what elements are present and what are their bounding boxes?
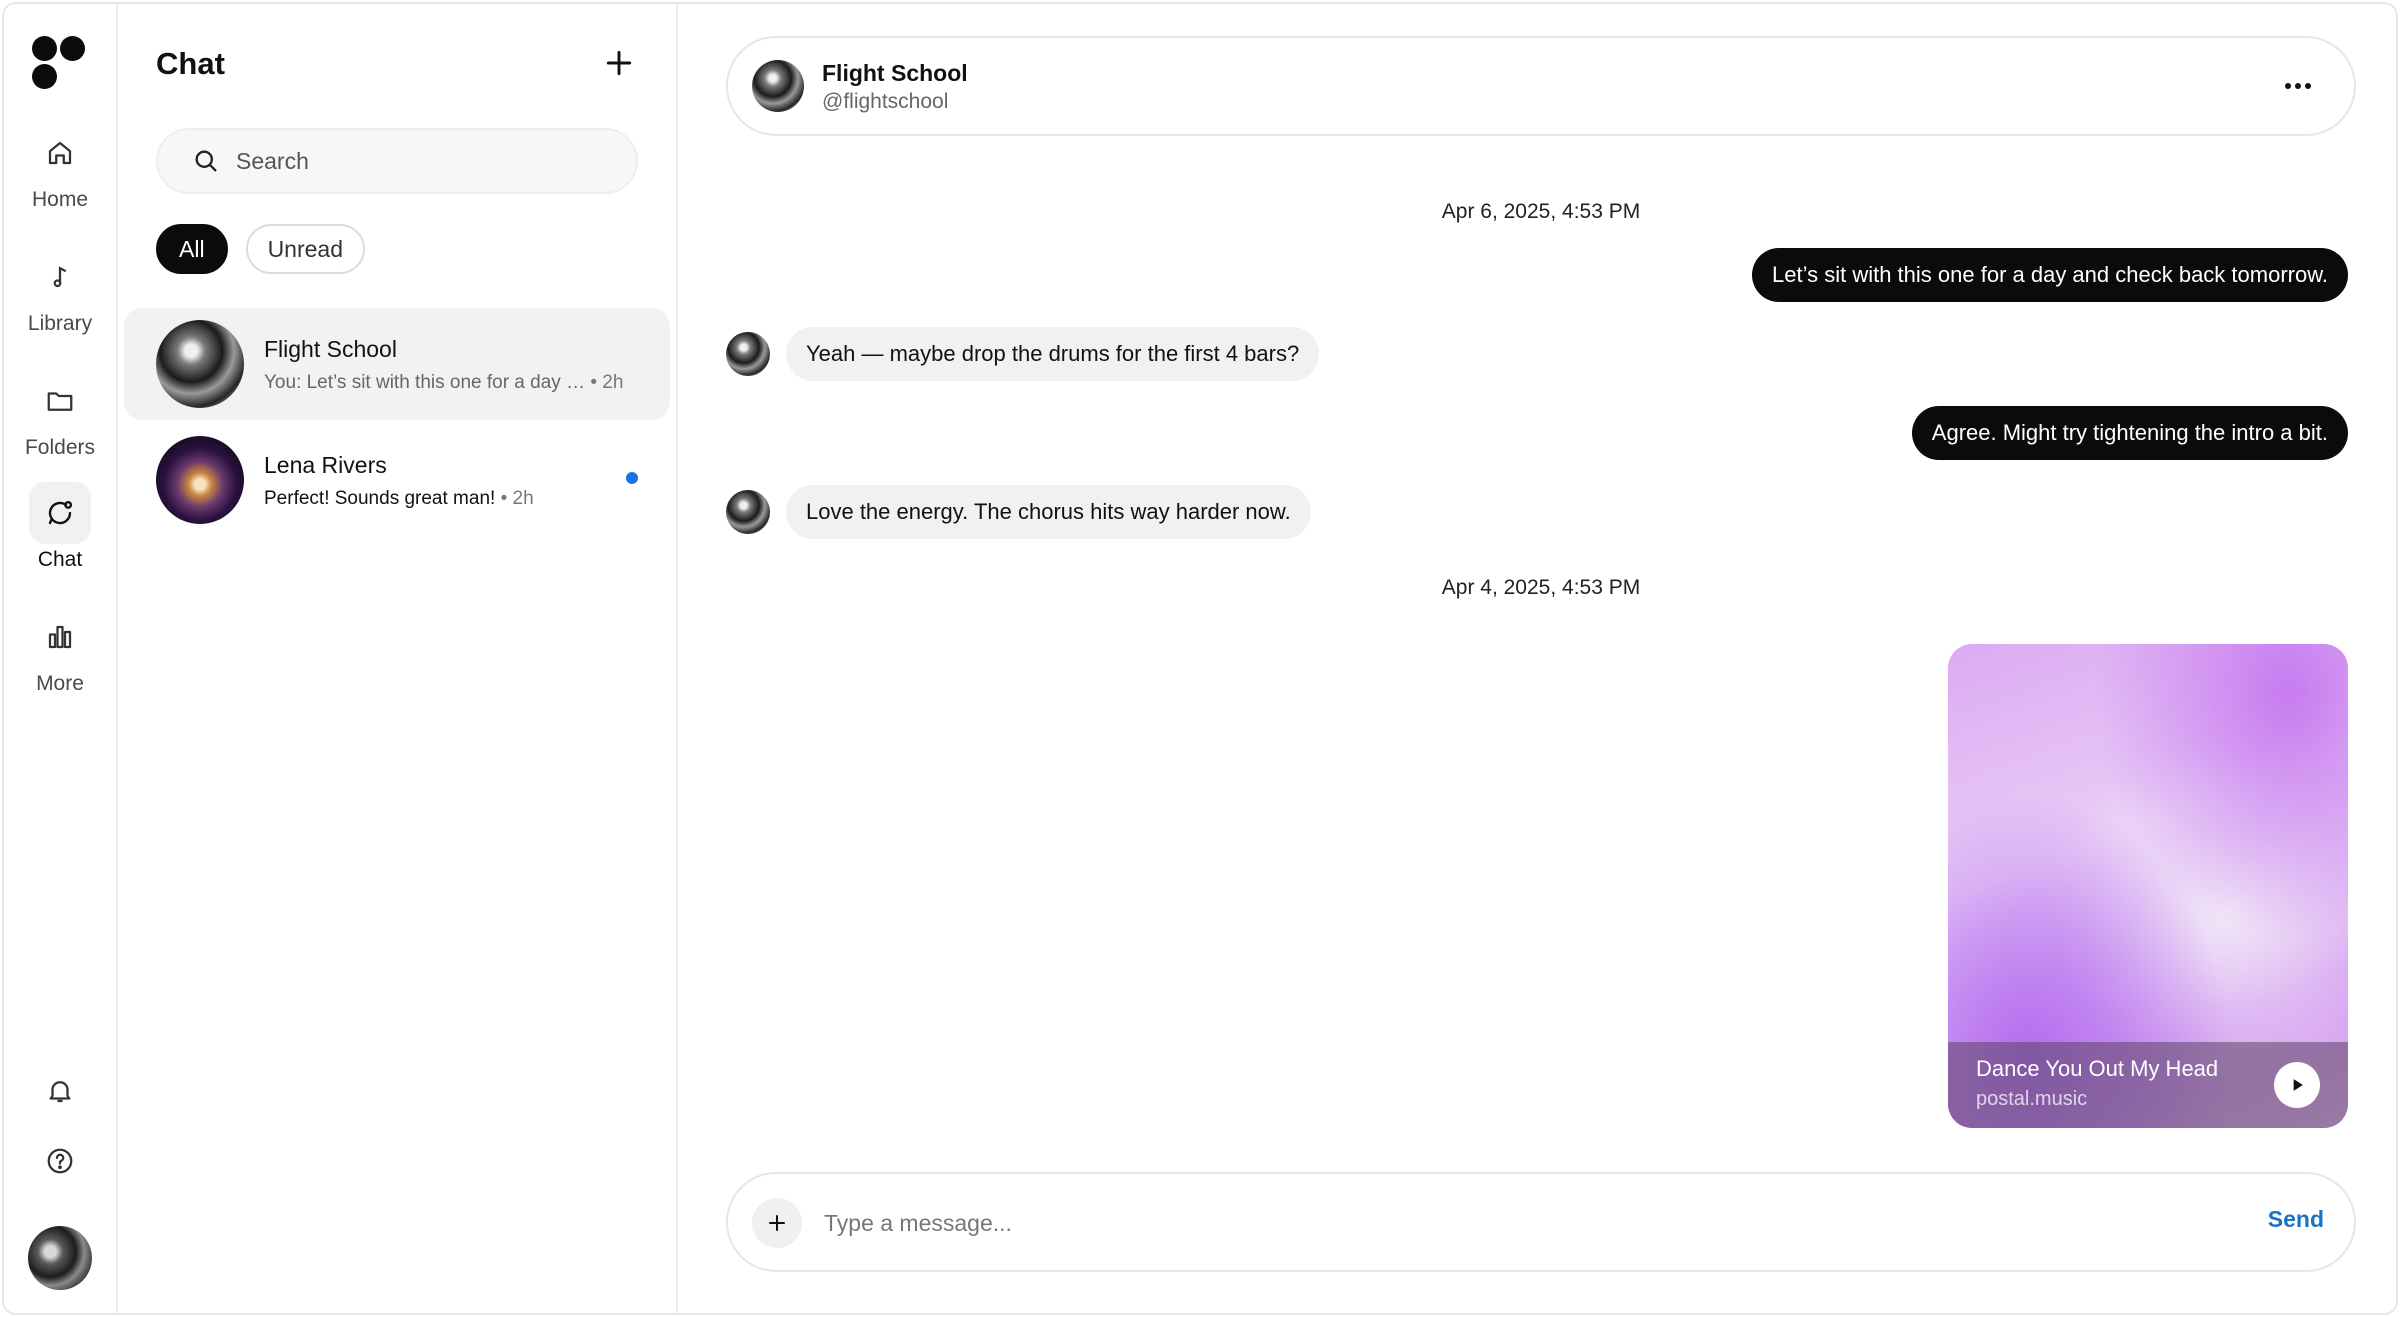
message-composer: Send bbox=[726, 1172, 2356, 1272]
play-button[interactable] bbox=[2274, 1062, 2320, 1108]
folder-icon bbox=[29, 370, 91, 432]
nav-label-folders: Folders bbox=[24, 436, 96, 459]
page-title: Chat bbox=[156, 46, 225, 81]
avatar bbox=[726, 332, 770, 376]
bar-chart-icon bbox=[29, 606, 91, 668]
avatar bbox=[28, 1226, 92, 1290]
search-input[interactable]: Search bbox=[156, 128, 638, 194]
shared-track-card[interactable]: Dance You Out My Head postal.music bbox=[1948, 644, 2348, 1128]
unread-indicator bbox=[626, 472, 638, 484]
conversation-time: • 2h bbox=[590, 372, 624, 393]
contact-handle: @flightschool bbox=[822, 90, 949, 113]
profile-button[interactable] bbox=[4, 1226, 116, 1290]
search-placeholder: Search bbox=[236, 147, 309, 174]
message-incoming: Love the energy. The chorus hits way har… bbox=[786, 485, 1311, 539]
play-icon bbox=[2293, 1079, 2303, 1091]
conversation-preview-text: Perfect! Sounds great man! bbox=[264, 488, 496, 509]
conversation-item-flight-school[interactable]: Flight School You: Let’s sit with this o… bbox=[124, 308, 670, 420]
chat-icon bbox=[29, 482, 91, 544]
chat-list-panel: Chat Search All Unread Flight School You… bbox=[118, 4, 678, 1313]
plus-icon bbox=[769, 1215, 785, 1231]
help-button[interactable] bbox=[4, 1146, 116, 1176]
bell-icon bbox=[49, 1081, 71, 1103]
filter-unread[interactable]: Unread bbox=[245, 224, 365, 274]
nav-label-library: Library bbox=[27, 312, 93, 335]
message-timestamp: Apr 6, 2025, 4:53 PM bbox=[1441, 200, 1641, 223]
nav-item-library[interactable]: Library bbox=[4, 246, 116, 336]
conversation-preview-text: You: Let’s sit with this one for a day … bbox=[264, 372, 586, 393]
nav-item-more[interactable]: More bbox=[4, 606, 116, 696]
track-source: postal.music bbox=[1976, 1088, 2088, 1110]
conversation-item-lena-rivers[interactable]: Lena Rivers Perfect! Sounds great man! •… bbox=[124, 424, 670, 536]
message-timestamp: Apr 4, 2025, 4:53 PM bbox=[1441, 576, 1641, 599]
plus-icon bbox=[606, 50, 632, 76]
message-outgoing: Let’s sit with this one for a day and ch… bbox=[1752, 248, 2348, 302]
nav-label-more: More bbox=[36, 672, 84, 695]
message-outgoing: Agree. Might try tightening the intro a … bbox=[1911, 406, 2348, 460]
avatar bbox=[726, 490, 770, 534]
conversation-time: • 2h bbox=[500, 488, 534, 509]
nav-item-folders[interactable]: Folders bbox=[4, 370, 116, 460]
avatar bbox=[156, 436, 244, 524]
more-dots-icon bbox=[2285, 83, 2291, 89]
filter-all[interactable]: All bbox=[156, 224, 228, 274]
nav-item-chat[interactable]: Chat bbox=[4, 482, 116, 572]
app-logo[interactable] bbox=[32, 34, 88, 90]
search-icon bbox=[195, 150, 217, 172]
conversation-header: Flight School @flightschool bbox=[726, 36, 2356, 136]
conversation-name: Flight School bbox=[264, 336, 397, 362]
send-button[interactable]: Send bbox=[2268, 1206, 2324, 1233]
track-info-bar: Dance You Out My Head postal.music bbox=[1948, 1042, 2348, 1128]
home-icon bbox=[29, 122, 91, 184]
conversation-pane: Flight School @flightschool Apr 6, 2025,… bbox=[678, 4, 2396, 1313]
avatar[interactable] bbox=[752, 60, 804, 112]
conversation-preview: You: Let’s sit with this one for a day …… bbox=[264, 372, 623, 394]
message-incoming: Yeah — maybe drop the drums for the firs… bbox=[786, 327, 1320, 381]
notifications-button[interactable] bbox=[4, 1076, 116, 1106]
nav-label-home: Home bbox=[31, 188, 89, 211]
nav-item-home[interactable]: Home bbox=[4, 122, 116, 212]
conversation-name: Lena Rivers bbox=[264, 452, 387, 478]
track-title: Dance You Out My Head bbox=[1976, 1056, 2219, 1081]
help-circle-icon bbox=[47, 1148, 73, 1174]
contact-name[interactable]: Flight School bbox=[822, 60, 968, 87]
attach-button[interactable] bbox=[752, 1198, 802, 1248]
more-options-button[interactable] bbox=[2278, 68, 2318, 104]
nav-label-chat: Chat bbox=[37, 548, 83, 571]
app-window: Home Library Folders Chat More Chat Sear… bbox=[2, 2, 2398, 1315]
avatar bbox=[156, 320, 244, 408]
conversation-preview: Perfect! Sounds great man! • 2h bbox=[264, 488, 534, 510]
message-input[interactable] bbox=[824, 1202, 2204, 1244]
music-note-icon bbox=[29, 246, 91, 308]
filter-tabs: All Unread bbox=[156, 224, 365, 274]
nav-rail: Home Library Folders Chat More bbox=[4, 4, 118, 1313]
new-chat-button[interactable] bbox=[598, 42, 640, 84]
